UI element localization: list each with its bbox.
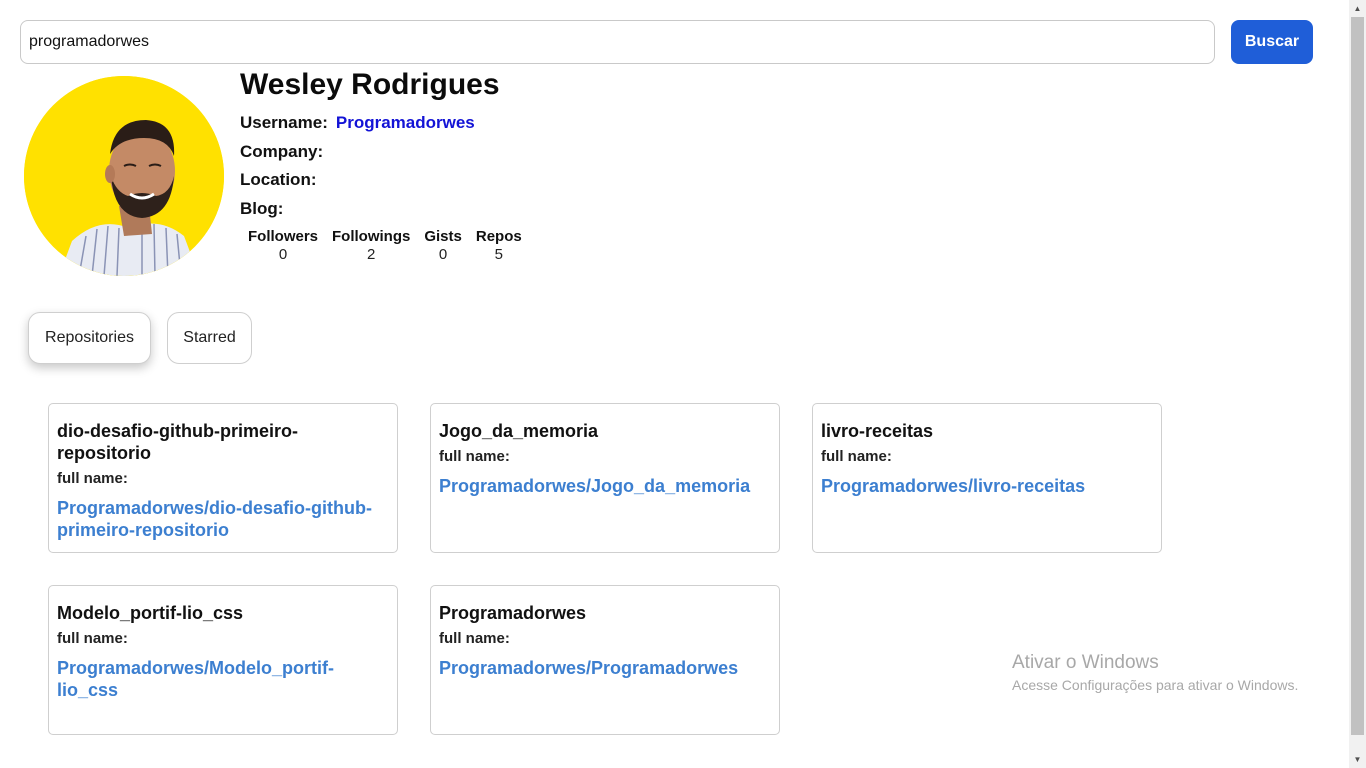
repo-name: dio-desafio-github-primeiro-repositorio: [57, 421, 298, 463]
repo-card: Jogo_da_memoria full name: Programadorwe…: [430, 403, 780, 553]
repo-fullname-label: full name:: [57, 470, 128, 487]
scroll-up-icon[interactable]: ▲: [1349, 0, 1366, 17]
profile-name: Wesley Rodrigues: [240, 68, 500, 101]
repo-fullname-label: full name:: [439, 448, 510, 465]
vertical-scrollbar[interactable]: ▲ ▼: [1349, 0, 1366, 768]
stat-label: Gists: [424, 228, 462, 245]
stat-value: 2: [367, 246, 376, 263]
search-input[interactable]: [20, 20, 1215, 64]
username-link[interactable]: Programadorwes: [336, 113, 475, 132]
repo-name: Modelo_portif-lio_css: [57, 603, 244, 623]
stat-value: 5: [494, 246, 503, 263]
scrollbar-thumb[interactable]: [1351, 17, 1364, 735]
repo-link[interactable]: Programadorwes/livro-receitas: [821, 475, 1153, 497]
username-label: Username:: [240, 113, 328, 132]
stat-repos: Repos 5: [476, 228, 522, 263]
repo-link[interactable]: Programadorwes/dio-desafio-github-primei…: [57, 497, 389, 541]
profile-stats: Followers 0 Followings 2 Gists 0 Repos 5: [248, 228, 522, 263]
search-button[interactable]: Buscar: [1231, 20, 1313, 64]
repo-fullname-label: full name:: [439, 630, 510, 647]
repo-fullname-label: full name:: [57, 630, 128, 647]
avatar-photo: [24, 76, 224, 276]
company-label: Company:: [240, 142, 324, 161]
repo-card: livro-receitas full name: Programadorwes…: [812, 403, 1162, 553]
stat-value: 0: [438, 246, 448, 263]
repo-fullname-label: full name:: [821, 448, 892, 465]
windows-watermark-subtitle: Acesse Configurações para ativar o Windo…: [1012, 677, 1299, 693]
repo-card: dio-desafio-github-primeiro-repositorio …: [48, 403, 398, 553]
location-label: Location:: [240, 170, 317, 189]
repo-card: Modelo_portif-lio_css full name: Program…: [48, 585, 398, 735]
repo-name: Jogo_da_memoria: [439, 421, 599, 441]
stat-label: Followings: [332, 228, 411, 245]
stat-label: Repos: [475, 228, 522, 245]
repo-name: livro-receitas: [821, 421, 934, 441]
blog-label: Blog:: [240, 199, 284, 218]
scroll-down-icon[interactable]: ▼: [1349, 751, 1366, 768]
stat-gists: Gists 0: [424, 228, 462, 263]
repo-name: Programadorwes: [439, 603, 587, 623]
tab-repositories[interactable]: Repositories: [28, 312, 151, 364]
windows-watermark-title: Ativar o Windows: [1012, 652, 1159, 673]
stat-value: 0: [278, 246, 288, 263]
stat-followings: Followings 2: [332, 228, 410, 263]
avatar: [24, 76, 224, 276]
stat-followers: Followers 0: [248, 228, 318, 263]
repo-link[interactable]: Programadorwes/Jogo_da_memoria: [439, 475, 771, 497]
username-row: Username: Programadorwes: [240, 113, 475, 133]
repo-link[interactable]: Programadorwes/Programadorwes: [439, 657, 771, 679]
stat-label: Followers: [248, 228, 319, 245]
tab-starred[interactable]: Starred: [167, 312, 252, 364]
repo-link[interactable]: Programadorwes/Modelo_portif-lio_css: [57, 657, 389, 701]
repo-card: Programadorwes full name: Programadorwes…: [430, 585, 780, 735]
